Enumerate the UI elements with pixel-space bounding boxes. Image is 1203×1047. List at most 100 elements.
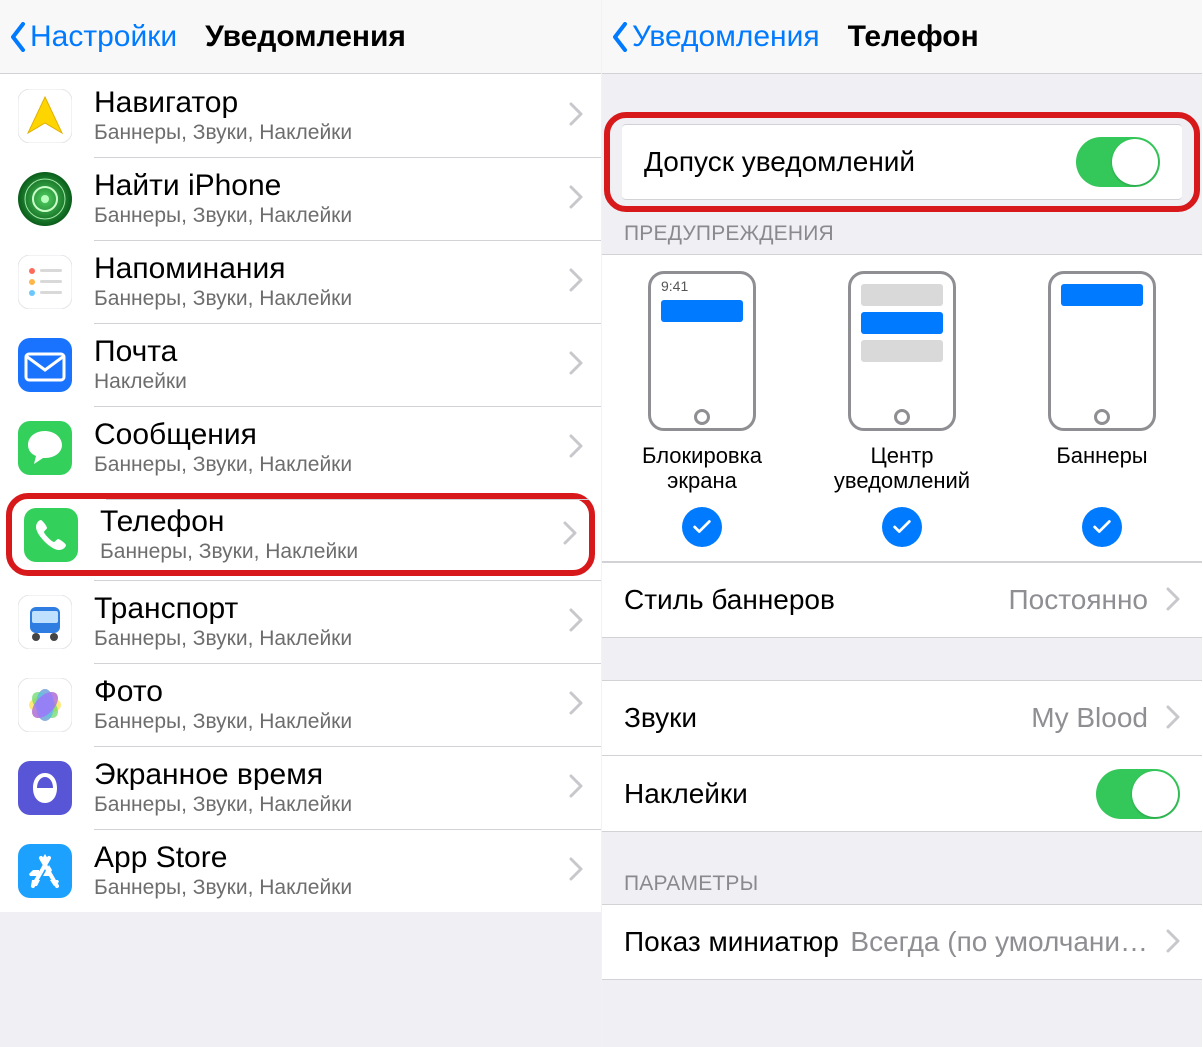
app-labels: ТранспортБаннеры, Звуки, Наклейки xyxy=(94,592,561,651)
banner-style-label: Стиль баннеров xyxy=(624,584,835,616)
app-name: Сообщения xyxy=(94,418,561,451)
app-name: Найти iPhone xyxy=(94,169,561,202)
app-labels: СообщенияБаннеры, Звуки, Наклейки xyxy=(94,418,561,477)
back-button-notifications[interactable]: Уведомления xyxy=(610,20,820,54)
app-row-findiphone[interactable]: Найти iPhoneБаннеры, Звуки, Наклейки xyxy=(0,157,601,240)
allow-notifications-label: Допуск уведомлений xyxy=(644,146,915,178)
navbar-left: Настройки Уведомления xyxy=(0,0,601,74)
app-row-navigator[interactable]: НавигаторБаннеры, Звуки, Наклейки xyxy=(0,74,601,157)
lock-screen-icon: 9:41 xyxy=(648,271,756,431)
app-name: Транспорт xyxy=(94,592,561,625)
app-labels: Экранное времяБаннеры, Звуки, Наклейки xyxy=(94,758,561,817)
app-labels: НапоминанияБаннеры, Звуки, Наклейки xyxy=(94,252,561,311)
preview-center-check[interactable] xyxy=(882,507,922,547)
screentime-icon xyxy=(18,761,72,815)
app-row-mail[interactable]: ПочтаНаклейки xyxy=(0,323,601,406)
phone-notifications-pane: Уведомления Телефон Допуск уведомлений П… xyxy=(601,0,1202,1047)
chevron-right-icon xyxy=(569,179,583,218)
chevron-right-icon xyxy=(569,768,583,807)
page-title: Уведомления xyxy=(205,20,406,54)
chevron-right-icon xyxy=(1166,923,1180,962)
chevron-right-icon xyxy=(563,515,577,554)
sounds-cell[interactable]: Звуки My Blood xyxy=(602,680,1202,756)
banner-style-value: Постоянно xyxy=(1009,584,1148,616)
app-row-photos[interactable]: ФотоБаннеры, Звуки, Наклейки xyxy=(0,663,601,746)
preview-lock-label: Блокировка экрана xyxy=(617,443,787,495)
show-previews-value: Всегда (по умолчани… xyxy=(850,926,1148,958)
reminders-icon xyxy=(18,255,72,309)
app-labels: ТелефонБаннеры, Звуки, Наклейки xyxy=(100,505,555,564)
navigator-icon xyxy=(18,89,72,143)
app-row-appstore[interactable]: App StoreБаннеры, Звуки, Наклейки xyxy=(0,829,601,912)
badges-cell[interactable]: Наклейки xyxy=(602,756,1202,832)
app-row-transport[interactable]: ТранспортБаннеры, Звуки, Наклейки xyxy=(0,580,601,663)
sounds-label: Звуки xyxy=(624,702,697,734)
badges-label: Наклейки xyxy=(624,778,748,810)
app-name: Экранное время xyxy=(94,758,561,791)
chevron-right-icon xyxy=(569,851,583,890)
chevron-right-icon xyxy=(569,428,583,467)
notification-center-icon xyxy=(848,271,956,431)
preview-banner-label: Баннеры xyxy=(1056,443,1147,495)
back-button-settings[interactable]: Настройки xyxy=(8,20,177,54)
app-name: Напоминания xyxy=(94,252,561,285)
app-name: Фото xyxy=(94,675,561,708)
app-name: Почта xyxy=(94,335,561,368)
app-row-messages[interactable]: СообщенияБаннеры, Звуки, Наклейки xyxy=(0,406,601,489)
chevron-right-icon xyxy=(569,345,583,384)
findiphone-icon xyxy=(18,172,72,226)
banner-style-cell[interactable]: Стиль баннеров Постоянно xyxy=(602,562,1202,638)
chevron-right-icon xyxy=(569,96,583,135)
allow-notifications-cell[interactable]: Допуск уведомлений xyxy=(622,124,1182,200)
app-name: Телефон xyxy=(100,505,555,538)
chevron-right-icon xyxy=(1166,581,1180,620)
mail-icon xyxy=(18,338,72,392)
app-name: Навигатор xyxy=(94,86,561,119)
app-row-reminders[interactable]: НапоминанияБаннеры, Звуки, Наклейки xyxy=(0,240,601,323)
banner-icon xyxy=(1048,271,1156,431)
preview-notification-center[interactable]: Центр уведомлений xyxy=(817,271,987,547)
allow-notifications-switch[interactable] xyxy=(1076,137,1160,187)
back-label: Настройки xyxy=(30,20,177,54)
app-subtitle: Баннеры, Звуки, Наклейки xyxy=(94,453,561,477)
chevron-right-icon xyxy=(569,602,583,641)
preview-center-label: Центр уведомлений xyxy=(817,443,987,495)
badges-switch[interactable] xyxy=(1096,769,1180,819)
chevron-right-icon xyxy=(1166,699,1180,738)
app-subtitle: Баннеры, Звуки, Наклейки xyxy=(94,876,561,900)
lock-screen-time: 9:41 xyxy=(661,278,688,294)
sounds-value: My Blood xyxy=(1031,702,1148,734)
show-previews-label: Показ миниатюр xyxy=(624,926,839,958)
app-row-screentime[interactable]: Экранное времяБаннеры, Звуки, Наклейки xyxy=(0,746,601,829)
messages-icon xyxy=(18,421,72,475)
preview-banners[interactable]: Баннеры xyxy=(1017,271,1187,547)
app-subtitle: Баннеры, Звуки, Наклейки xyxy=(94,121,561,145)
app-labels: ФотоБаннеры, Звуки, Наклейки xyxy=(94,675,561,734)
appstore-icon xyxy=(18,844,72,898)
back-label: Уведомления xyxy=(632,20,820,54)
app-name: App Store xyxy=(94,841,561,874)
alert-style-previews: 9:41 Блокировка экрана Центр уведомлений xyxy=(602,254,1202,562)
transport-icon xyxy=(18,595,72,649)
chevron-right-icon xyxy=(569,685,583,724)
preview-lock-check[interactable] xyxy=(682,507,722,547)
chevron-left-icon xyxy=(8,20,28,54)
show-previews-cell[interactable]: Показ миниатюр Всегда (по умолчани… xyxy=(602,904,1202,980)
preview-lock-screen[interactable]: 9:41 Блокировка экрана xyxy=(617,271,787,547)
app-subtitle: Баннеры, Звуки, Наклейки xyxy=(94,710,561,734)
app-subtitle: Баннеры, Звуки, Наклейки xyxy=(94,287,561,311)
app-labels: Найти iPhoneБаннеры, Звуки, Наклейки xyxy=(94,169,561,228)
page-title: Телефон xyxy=(848,20,979,54)
app-labels: ПочтаНаклейки xyxy=(94,335,561,394)
phone-icon xyxy=(24,508,78,562)
alerts-section-header: ПРЕДУПРЕЖДЕНИЯ xyxy=(602,208,1202,254)
app-subtitle: Баннеры, Звуки, Наклейки xyxy=(94,204,561,228)
preview-banner-check[interactable] xyxy=(1082,507,1122,547)
app-labels: НавигаторБаннеры, Звуки, Наклейки xyxy=(94,86,561,145)
detail-content: Допуск уведомлений ПРЕДУПРЕЖДЕНИЯ 9:41 Б… xyxy=(602,74,1202,1047)
app-subtitle: Баннеры, Звуки, Наклейки xyxy=(94,793,561,817)
navbar-right: Уведомления Телефон xyxy=(602,0,1202,74)
app-row-phone[interactable]: ТелефонБаннеры, Звуки, Наклейки xyxy=(6,493,595,576)
app-subtitle: Баннеры, Звуки, Наклейки xyxy=(94,627,561,651)
photos-icon xyxy=(18,678,72,732)
